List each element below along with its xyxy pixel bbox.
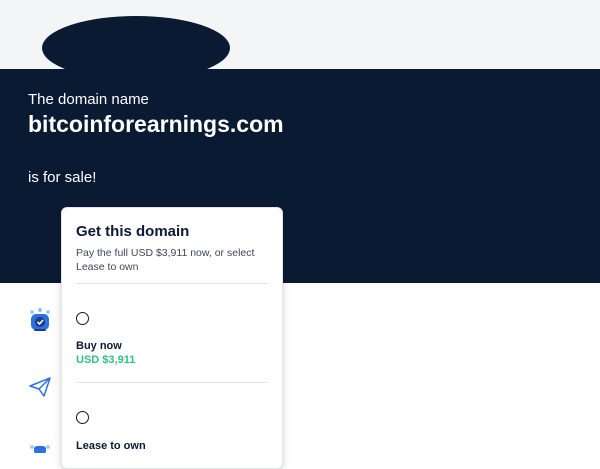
card-divider xyxy=(76,283,268,284)
buy-now-radio[interactable] xyxy=(76,312,89,325)
card-title: Get this domain xyxy=(76,223,190,240)
site-logo[interactable] xyxy=(42,16,230,69)
lease-to-own-radio[interactable] xyxy=(76,411,89,424)
card-divider xyxy=(76,382,268,383)
top-bar xyxy=(0,0,600,69)
card-description: Pay the full USD $3,911 now, or select L… xyxy=(76,247,255,273)
get-domain-card: Get this domain Pay the full USD $3,911 … xyxy=(61,207,283,469)
paper-plane-icon xyxy=(28,376,52,403)
lease-to-own-label[interactable]: Lease to own xyxy=(76,440,146,452)
badge-icon xyxy=(28,440,52,458)
shield-check-icon xyxy=(28,306,52,337)
hero-pretext: The domain name xyxy=(28,91,149,108)
buy-now-label[interactable]: Buy now xyxy=(76,340,122,352)
hero-posttext: is for sale! xyxy=(28,169,97,186)
buy-now-price: USD $3,911 xyxy=(76,354,136,366)
domain-name-heading: bitcoinforearnings.com xyxy=(28,111,284,137)
